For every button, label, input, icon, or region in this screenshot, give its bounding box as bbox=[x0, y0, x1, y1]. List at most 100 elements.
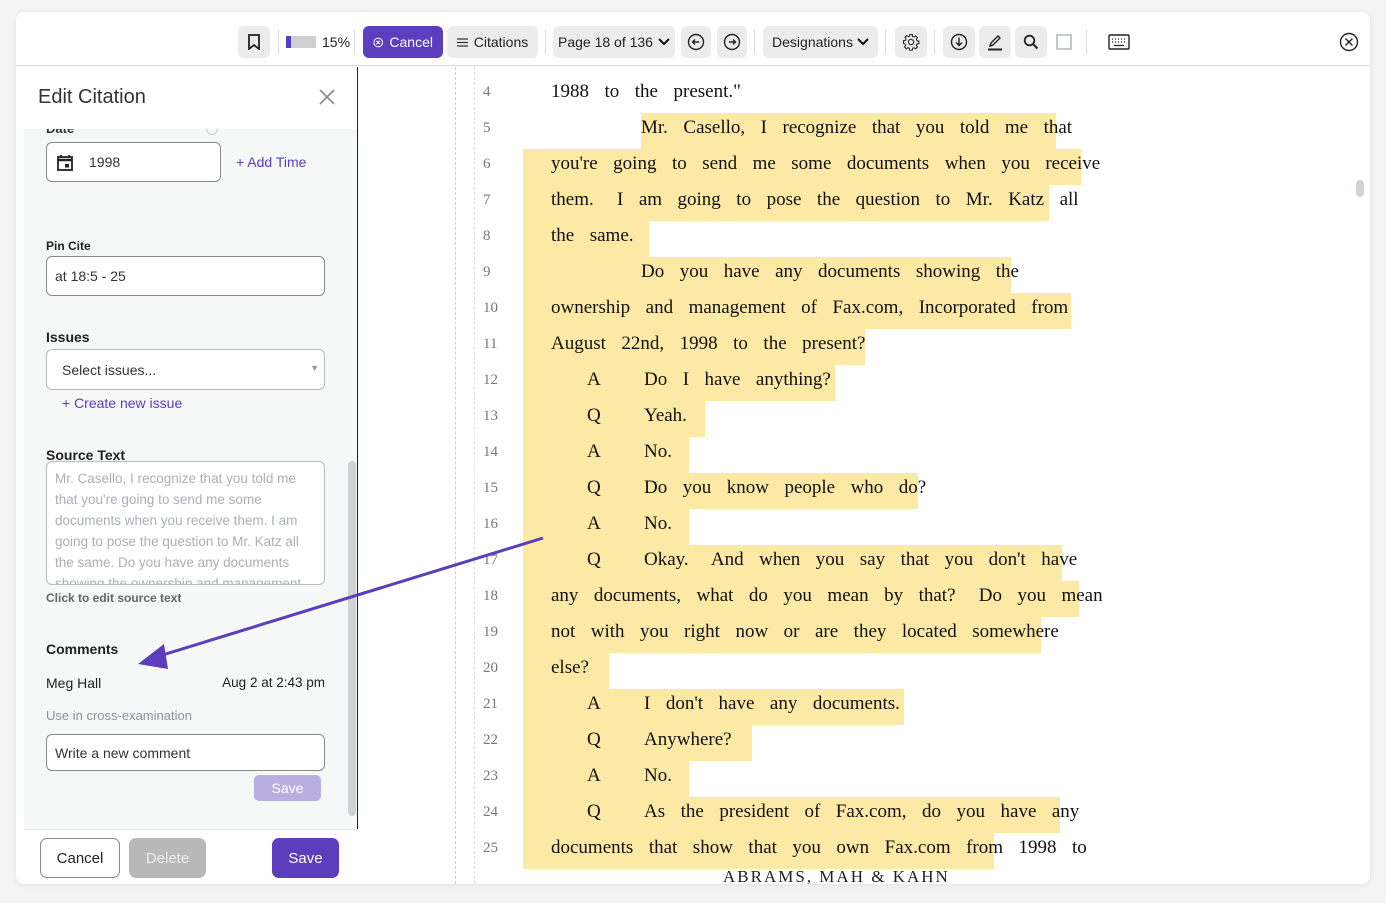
gear-icon bbox=[902, 33, 920, 51]
page-footer: ABRAMS, MAH & KAHN bbox=[723, 867, 950, 884]
highlight-pen-button[interactable] bbox=[979, 26, 1011, 58]
date-field[interactable]: 1998 bbox=[46, 142, 221, 182]
pin-cite-label: Pin Cite bbox=[46, 239, 91, 253]
transcript-line[interactable]: 14 A No. bbox=[359, 437, 1370, 473]
transcript-line[interactable]: 6 you're going to send me some documents … bbox=[359, 149, 1370, 185]
designations-select[interactable]: Designations bbox=[763, 26, 878, 58]
transcript-line[interactable]: 9 Do you have any documents showing the bbox=[359, 257, 1370, 293]
line-number: 4 bbox=[483, 84, 491, 100]
transcript-line[interactable]: 8 the same. bbox=[359, 221, 1370, 257]
line-text: the same. bbox=[551, 225, 634, 246]
cancel-label: Cancel bbox=[389, 34, 433, 50]
download-button[interactable] bbox=[943, 26, 975, 58]
transcript-line[interactable]: 21 A I don't have any documents. bbox=[359, 689, 1370, 725]
keyboard-icon bbox=[1108, 34, 1130, 50]
line-text: Do you have any documents showing the bbox=[641, 261, 1019, 282]
issues-select[interactable]: Select issues... ▼ bbox=[46, 349, 325, 390]
transcript-line[interactable]: 22 Q Anywhere? bbox=[359, 725, 1370, 761]
download-icon bbox=[950, 33, 968, 51]
issues-placeholder: Select issues... bbox=[62, 361, 157, 378]
speaker-label: A bbox=[587, 765, 601, 786]
progress-bar bbox=[286, 36, 316, 48]
transcript-line[interactable]: 12 A Do I have anything? bbox=[359, 365, 1370, 401]
transcript-line[interactable]: 20 else? bbox=[359, 653, 1370, 689]
create-new-issue-link[interactable]: + Create new issue bbox=[62, 395, 182, 411]
divider bbox=[754, 30, 755, 54]
app-window: 15% Cancel Citations Page 18 of 136 Desi… bbox=[16, 12, 1370, 884]
speaker-label: A bbox=[587, 693, 601, 714]
panel-title: Edit Citation bbox=[38, 86, 146, 108]
next-page-button[interactable] bbox=[717, 26, 747, 58]
panel-scrollbar[interactable] bbox=[348, 461, 356, 816]
save-button[interactable]: Save bbox=[272, 838, 339, 878]
line-number: 19 bbox=[483, 624, 498, 640]
line-text: documents that show that you own Fax.com… bbox=[551, 837, 1087, 858]
settings-button[interactable] bbox=[895, 26, 927, 58]
source-text-area[interactable]: Mr. Casello, I recognize that you told m… bbox=[46, 461, 325, 585]
transcript-line[interactable]: 10 ownership and management of Fax.com, I… bbox=[359, 293, 1370, 329]
previous-page-button[interactable] bbox=[681, 26, 711, 58]
page-select[interactable]: Page 18 of 136 bbox=[553, 26, 675, 58]
transcript-line[interactable]: 11 August 22nd, 1998 to the present? bbox=[359, 329, 1370, 365]
transcript-line[interactable]: 18 any documents, what do you mean by tha… bbox=[359, 581, 1370, 617]
transcript-line[interactable]: 16 A No. bbox=[359, 509, 1370, 545]
line-number: 15 bbox=[483, 480, 498, 496]
transcript-line[interactable]: 4 1988 to the present." bbox=[359, 77, 1370, 113]
close-viewer-button[interactable] bbox=[1334, 26, 1364, 58]
keyboard-shortcuts-button[interactable] bbox=[1104, 26, 1134, 58]
transcript-line[interactable]: 15 Q Do you know people who do? bbox=[359, 473, 1370, 509]
close-panel-button[interactable] bbox=[319, 85, 335, 111]
divider bbox=[545, 30, 546, 54]
line-number: 25 bbox=[483, 840, 498, 856]
search-button[interactable] bbox=[1015, 26, 1047, 58]
select-checkbox[interactable] bbox=[1052, 26, 1076, 58]
transcript-line[interactable]: 5 Mr. Casello, I recognize that you told … bbox=[359, 113, 1370, 149]
line-text: ownership and management of Fax.com, Inc… bbox=[551, 297, 1069, 318]
line-number: 20 bbox=[483, 660, 498, 676]
cancel-citation-button[interactable]: Cancel bbox=[363, 26, 443, 58]
new-comment-input[interactable]: Write a new comment bbox=[46, 734, 325, 771]
speaker-label: Q bbox=[587, 801, 601, 822]
divider bbox=[885, 30, 886, 54]
checkbox-icon bbox=[1056, 34, 1072, 50]
pin-cite-value: at 18:5 - 25 bbox=[55, 268, 126, 284]
transcript-line[interactable]: 23 A No. bbox=[359, 761, 1370, 797]
arrow-right-circle-icon bbox=[723, 33, 741, 51]
divider bbox=[934, 30, 935, 54]
close-icon bbox=[319, 89, 335, 105]
comments-label: Comments bbox=[46, 641, 119, 657]
page-label: Page 18 of 136 bbox=[558, 34, 653, 50]
line-text: Okay. And when you say that you don't ha… bbox=[644, 549, 1078, 570]
document-scrollbar-thumb[interactable] bbox=[1356, 180, 1364, 197]
pin-cite-input[interactable]: at 18:5 - 25 bbox=[46, 256, 325, 296]
line-number: 13 bbox=[483, 408, 498, 424]
delete-button[interactable]: Delete bbox=[129, 838, 206, 878]
save-comment-button[interactable]: Save bbox=[254, 775, 321, 801]
line-text: you're going to send me some documents w… bbox=[551, 153, 1101, 174]
citations-label: Citations bbox=[473, 34, 529, 50]
panel-footer: Cancel Delete Save bbox=[24, 829, 358, 884]
citations-button[interactable]: Citations bbox=[447, 26, 538, 58]
transcript-viewer: 4 1988 to the present." 5 Mr. Casello, I re… bbox=[359, 67, 1370, 884]
speaker-label: A bbox=[587, 441, 601, 462]
line-text: not with you right now or are they locat… bbox=[551, 621, 1059, 642]
line-number: 18 bbox=[483, 588, 498, 604]
line-number: 9 bbox=[483, 264, 491, 280]
source-text-hint: Click to edit source text bbox=[46, 591, 182, 605]
transcript-line[interactable]: 7 them. I am going to pose the question t… bbox=[359, 185, 1370, 221]
edit-citation-panel: Edit Citation Date 1998 + Add Time Pin C… bbox=[24, 67, 358, 884]
transcript-line[interactable]: 13 Q Yeah. bbox=[359, 401, 1370, 437]
transcript-line[interactable]: 25 documents that show that you own Fax.c… bbox=[359, 833, 1370, 869]
divider bbox=[278, 30, 279, 54]
line-number: 8 bbox=[483, 228, 491, 244]
add-time-link[interactable]: + Add Time bbox=[236, 154, 306, 170]
bookmark-button[interactable] bbox=[238, 26, 270, 58]
divider bbox=[354, 30, 355, 54]
transcript-line[interactable]: 19 not with you right now or are they loc… bbox=[359, 617, 1370, 653]
line-text: Do I have anything? bbox=[644, 369, 831, 390]
transcript-line[interactable]: 17 Q Okay. And when you say that you don't… bbox=[359, 545, 1370, 581]
list-icon bbox=[456, 37, 468, 47]
cancel-button[interactable]: Cancel bbox=[40, 838, 120, 878]
line-number: 22 bbox=[483, 732, 498, 748]
transcript-line[interactable]: 24 Q As the president of Fax.com, do you h… bbox=[359, 797, 1370, 833]
